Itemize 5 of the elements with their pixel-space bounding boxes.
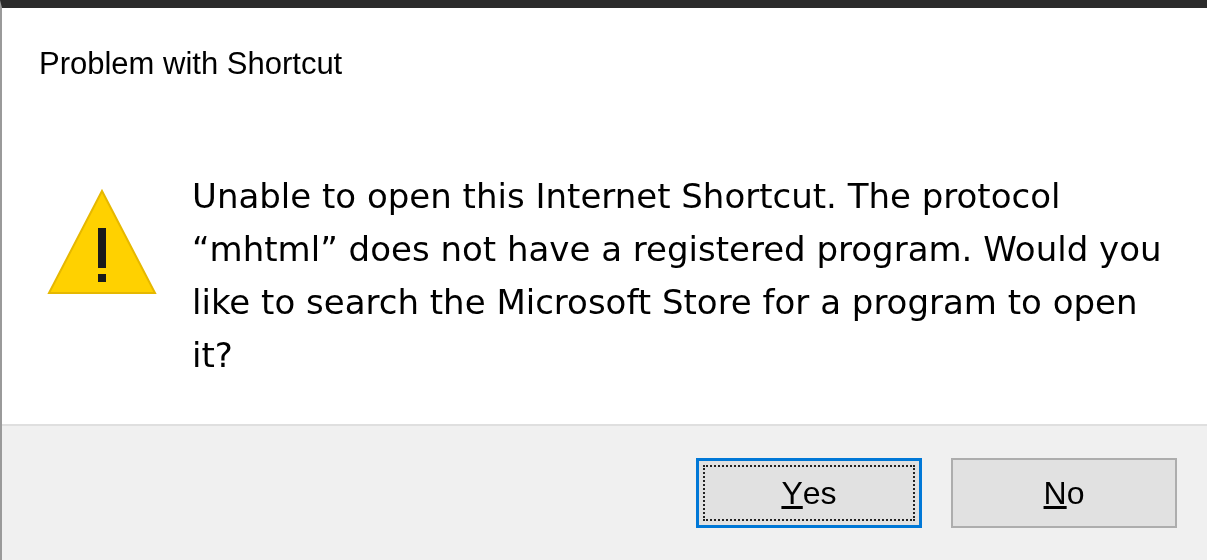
window-title: Problem with Shortcut [38, 45, 344, 83]
dialog-button[interactable]: No [951, 458, 1177, 528]
message-text: Unable to open this Internet Shortcut. The protocol “mhtml” does not have a registered program. Would you like to search the Microsoft Store for a program to open it? [192, 175, 1163, 377]
dialog-button[interactable]: Yes [696, 458, 922, 528]
warning-icon [46, 188, 158, 296]
